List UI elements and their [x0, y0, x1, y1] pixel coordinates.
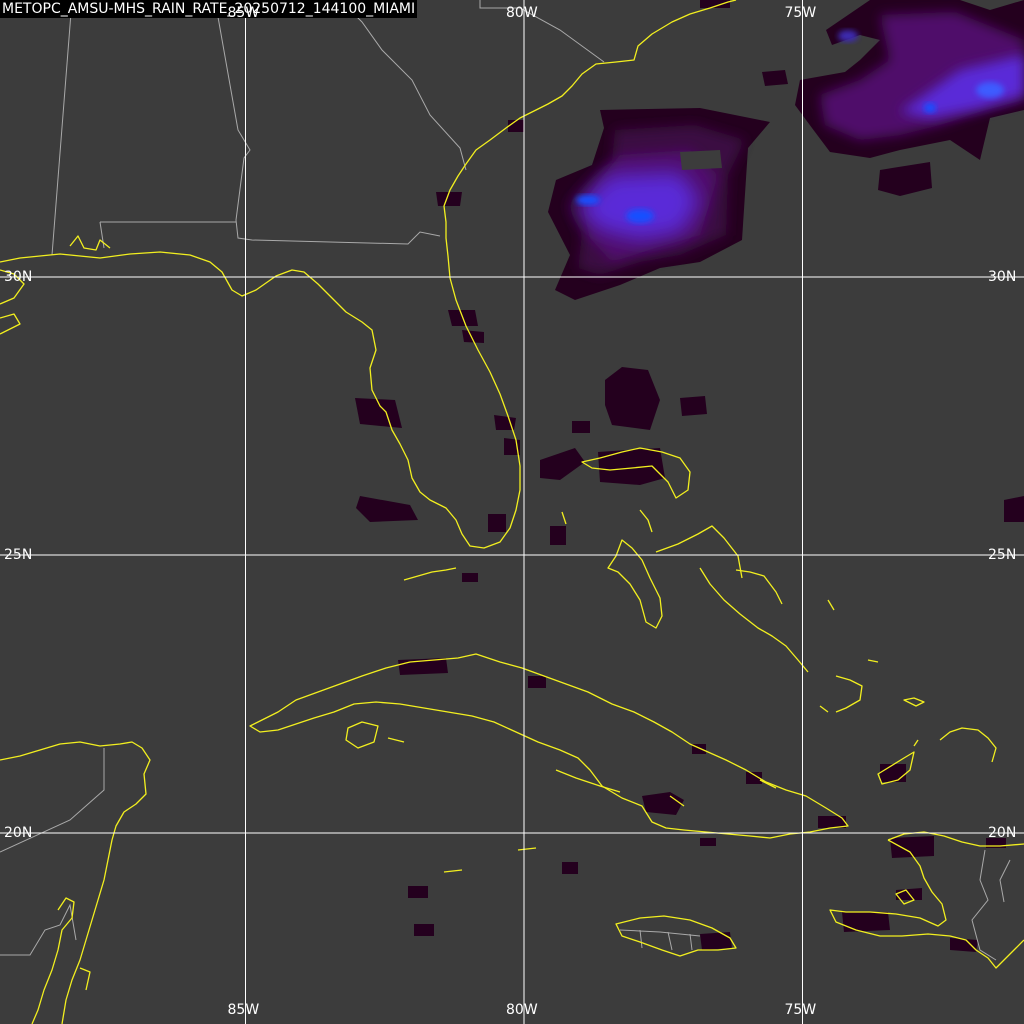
lon-label-top: 85W	[227, 5, 260, 21]
lat-label-left: 30N	[4, 269, 33, 285]
lat-label-right: 25N	[988, 547, 1017, 563]
lon-label-bottom: 75W	[784, 1002, 817, 1018]
map-svg	[0, 0, 1024, 1024]
lon-label-top: 80W	[506, 5, 538, 21]
coastline-cuba	[249, 653, 849, 839]
lat-label-left: 25N	[4, 547, 33, 563]
map-canvas: METOPC_AMSU-MHS_RAIN_RATE_20250712_14410…	[0, 0, 1024, 1024]
lat-label-right: 20N	[988, 825, 1017, 841]
lon-label-bottom: 80W	[506, 1002, 538, 1018]
lon-label-top: 75W	[784, 5, 817, 21]
rain-cell-atlantic-large	[548, 108, 770, 300]
coastline-yucatan	[0, 741, 151, 1024]
lat-label-left: 20N	[4, 825, 33, 841]
lat-label-right: 30N	[988, 269, 1017, 285]
rain-cell-northeast	[762, 0, 1024, 196]
lon-label-bottom: 85W	[227, 1002, 260, 1018]
product-title: METOPC_AMSU-MHS_RAIN_RATE_20250712_14410…	[0, 0, 418, 18]
